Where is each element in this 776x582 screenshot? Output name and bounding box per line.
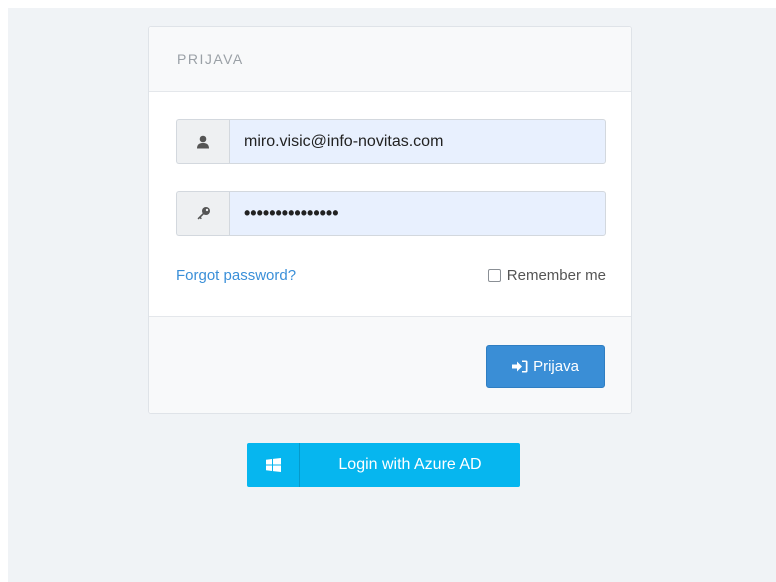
key-icon	[176, 191, 229, 236]
azure-login-button[interactable]: Login with Azure AD	[247, 443, 520, 487]
forgot-password-link[interactable]: Forgot password?	[176, 267, 296, 284]
windows-icon	[247, 443, 300, 487]
azure-login-label: Login with Azure AD	[338, 456, 482, 473]
username-input-group	[176, 119, 606, 164]
login-panel: PRIJAVA Forgot password? Remember me	[148, 26, 632, 414]
remember-me-label: Remember me	[506, 266, 606, 284]
login-button-label: Prijava	[533, 358, 579, 375]
login-options-row: Forgot password? Remember me	[176, 264, 606, 286]
username-field[interactable]	[229, 119, 606, 164]
remember-me[interactable]: Remember me	[487, 266, 606, 284]
panel-footer: Prijava	[149, 316, 631, 413]
panel-header: PRIJAVA	[149, 27, 631, 92]
password-field[interactable]	[229, 191, 606, 236]
panel-title: PRIJAVA	[177, 51, 244, 67]
user-icon	[176, 119, 229, 164]
sign-in-icon	[512, 360, 528, 373]
remember-me-checkbox[interactable]	[487, 268, 501, 282]
password-input-group	[176, 191, 606, 236]
login-button[interactable]: Prijava	[486, 345, 605, 388]
